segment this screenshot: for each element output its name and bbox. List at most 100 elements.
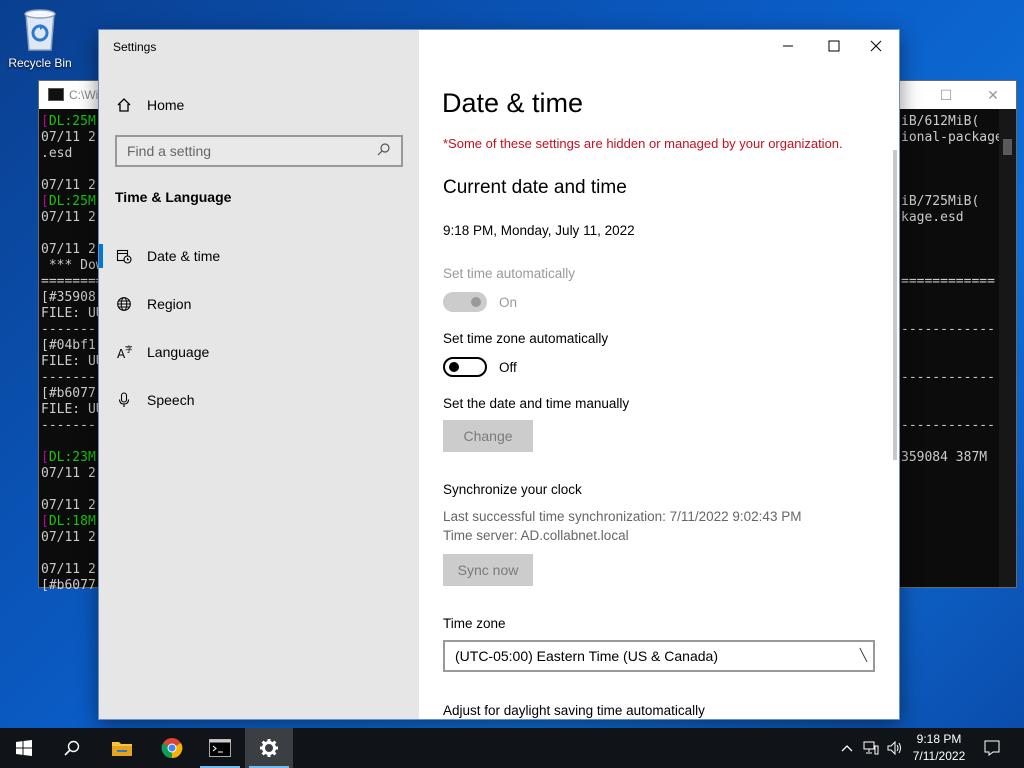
recycle-bin-label: Recycle Bin xyxy=(8,56,72,70)
console-line: [DL:18M xyxy=(41,514,96,529)
console-line: -------- xyxy=(41,418,104,433)
set-tz-auto-state: Off xyxy=(499,360,517,375)
sync-heading: Synchronize your clock xyxy=(443,482,582,497)
clock-time: 9:18 PM xyxy=(916,732,962,746)
console-line-right: 359084 387M xyxy=(901,450,988,465)
console-line-right: ------------ xyxy=(901,322,995,337)
current-datetime-value: 9:18 PM, Monday, July 11, 2022 xyxy=(443,223,635,238)
console-line: [#04bf1 xyxy=(41,338,96,353)
timezone-value: (UTC-05:00) Eastern Time (US & Canada) xyxy=(455,648,718,664)
search-icon xyxy=(64,740,80,756)
globe-icon xyxy=(115,295,133,313)
console-line: *** Dow xyxy=(41,258,104,273)
settings-app-title: Settings xyxy=(113,40,157,54)
console-line-right: ------------ xyxy=(901,370,995,385)
time-server-text: Time server: AD.collabnet.local xyxy=(443,528,629,543)
search-taskbar-button[interactable] xyxy=(48,728,96,768)
chevron-up-icon xyxy=(841,745,853,752)
set-tz-auto-toggle[interactable] xyxy=(443,357,487,377)
language-icon: A字 xyxy=(115,343,133,361)
console-line-right: ------------ xyxy=(901,418,995,433)
nav-home[interactable]: Home xyxy=(115,93,184,117)
close-icon xyxy=(870,40,882,52)
recycle-bin-desktop-icon[interactable]: Recycle Bin xyxy=(4,6,76,70)
action-center-button[interactable] xyxy=(980,728,1004,768)
managed-warning: *Some of these settings are hidden or ma… xyxy=(443,136,843,151)
taskbar-clock[interactable]: 9:18 PM 7/11/2022 xyxy=(903,731,975,765)
close-button[interactable] xyxy=(853,30,899,62)
page-title: Date & time xyxy=(442,88,584,118)
folder-icon xyxy=(112,742,132,756)
nav-item-language[interactable]: A字 Language xyxy=(99,332,419,372)
console-line: 07/11 2 xyxy=(41,530,96,545)
maximize-button[interactable] xyxy=(811,30,857,62)
console-line: 07/11 2 xyxy=(41,210,96,225)
change-button[interactable]: Change xyxy=(443,420,533,452)
console-line: 07/11 2 xyxy=(41,466,96,481)
content-scrollbar[interactable] xyxy=(893,150,897,460)
last-sync-text: Last successful time synchronization: 7/… xyxy=(443,509,802,524)
console-title: C:\Wi xyxy=(69,88,99,102)
set-time-auto-state: On xyxy=(499,295,518,310)
minimize-button[interactable] xyxy=(765,30,811,62)
console-line-right: ional-package xyxy=(901,130,1003,145)
sync-now-button[interactable]: Sync now xyxy=(443,554,533,586)
console-app-icon xyxy=(48,88,64,101)
set-tz-auto-label: Set time zone automatically xyxy=(443,331,609,346)
console-line: -------- xyxy=(41,322,104,337)
console-line: FILE: UU xyxy=(41,354,104,369)
console-scrollbar[interactable] xyxy=(999,109,1016,587)
console-line: [DL:25M xyxy=(41,114,96,129)
console-line: 07/11 2 xyxy=(41,242,96,257)
console-line: FILE: UU xyxy=(41,402,104,417)
console-close-button[interactable]: ✕ xyxy=(978,85,1008,105)
chrome-button[interactable] xyxy=(148,728,196,768)
nav-home-label: Home xyxy=(147,97,185,113)
settings-content-pane: Date & time *Some of these settings are … xyxy=(419,30,899,719)
nav-item-date-time[interactable]: Date & time xyxy=(99,236,419,276)
set-time-auto-toggle xyxy=(443,292,487,312)
calendar-clock-icon xyxy=(115,247,133,265)
terminal-icon xyxy=(209,739,231,757)
search-icon[interactable] xyxy=(377,142,391,161)
command-prompt-button[interactable] xyxy=(196,728,244,768)
console-line-right: iB/725MiB( xyxy=(901,194,980,209)
console-line: 07/11 2 xyxy=(41,498,96,513)
network-icon xyxy=(863,741,879,755)
console-line: [#b6077 xyxy=(41,578,96,593)
home-icon xyxy=(115,96,133,114)
settings-window[interactable]: Settings Home Time & Language Date & tim… xyxy=(98,29,900,720)
console-line: 07/11 2 xyxy=(41,178,96,193)
microphone-icon xyxy=(115,391,133,409)
console-line: [#b6077 xyxy=(41,386,96,401)
settings-taskbar-button[interactable] xyxy=(245,728,293,768)
windows-logo-icon xyxy=(16,740,32,756)
manual-datetime-label: Set the date and time manually xyxy=(443,396,630,411)
search-input[interactable] xyxy=(127,143,377,159)
chevron-down-icon: ╲ xyxy=(859,648,867,662)
console-line-right: ============ xyxy=(901,274,995,289)
search-box[interactable] xyxy=(115,135,403,167)
nav-item-speech[interactable]: Speech xyxy=(99,380,419,420)
maximize-icon xyxy=(828,40,840,52)
console-line: [DL:25M xyxy=(41,194,96,209)
current-datetime-heading: Current date and time xyxy=(443,177,627,198)
console-line: ======== xyxy=(41,274,104,289)
taskbar: 9:18 PM 7/11/2022 xyxy=(0,728,1024,768)
clock-date: 7/11/2022 xyxy=(912,749,966,763)
gear-icon xyxy=(260,739,278,757)
nav-section-title: Time & Language xyxy=(115,189,232,205)
svg-text:字: 字 xyxy=(125,344,132,354)
network-button[interactable] xyxy=(860,728,882,768)
console-line-right: iB/612MiB( xyxy=(901,114,980,129)
start-button[interactable] xyxy=(0,728,48,768)
nav-item-label: Language xyxy=(147,344,210,360)
notification-icon xyxy=(984,740,1000,756)
timezone-select[interactable]: (UTC-05:00) Eastern Time (US & Canada) ╲ xyxy=(443,640,875,672)
show-hidden-icons-button[interactable] xyxy=(836,728,858,768)
nav-item-label: Date & time xyxy=(147,248,221,264)
nav-item-region[interactable]: Region xyxy=(99,284,419,324)
console-maximize-button[interactable]: ☐ xyxy=(931,85,961,105)
set-time-auto-label: Set time automatically xyxy=(443,266,576,281)
file-explorer-button[interactable] xyxy=(98,728,146,768)
